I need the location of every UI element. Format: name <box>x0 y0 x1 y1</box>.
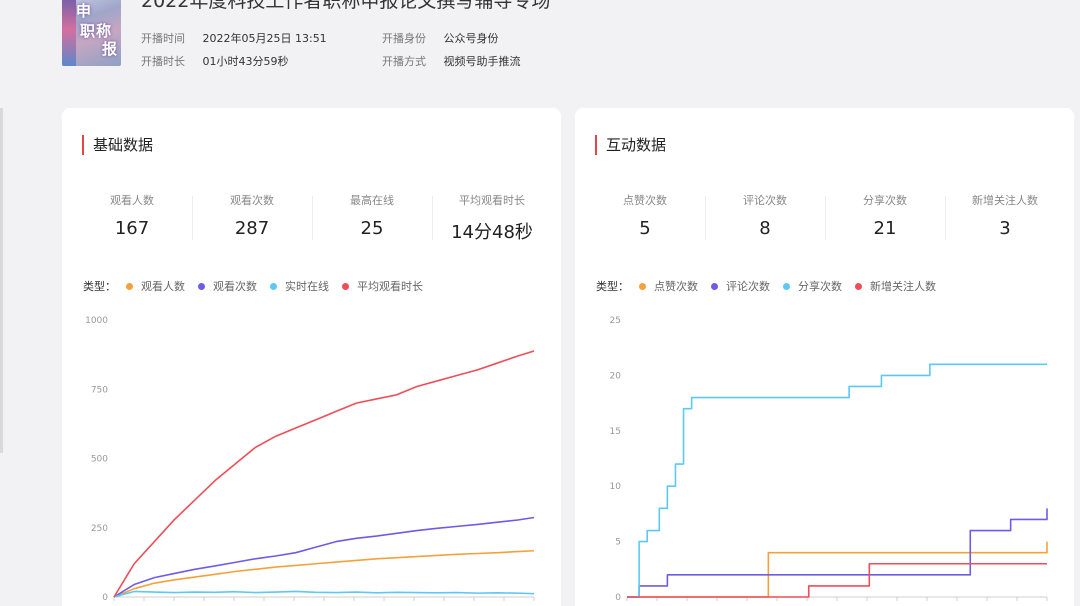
meta-stream-method: 开播方式 视频号助手推流 <box>382 53 521 69</box>
stat-value: 14分48秒 <box>451 222 533 243</box>
stat-value: 287 <box>234 218 270 239</box>
series-line <box>627 562 1047 598</box>
legend-label: 实时在线 <box>285 280 329 293</box>
stat-label: 观看人数 <box>110 194 154 207</box>
meta-value: 公众号身份 <box>443 32 499 45</box>
series-line <box>627 541 1048 598</box>
legend-dot-icon <box>342 282 349 290</box>
basic-data-line-chart: 0 250 500 750 1000 <box>85 316 535 603</box>
legend-dot-icon <box>270 282 277 290</box>
stat-value: 5 <box>639 218 651 239</box>
card-title: 基础数据 <box>82 135 153 155</box>
stat-viewers: 观看人数 167 <box>72 192 192 248</box>
stat-value: 167 <box>114 218 150 239</box>
cover-glyph: 报 <box>102 40 118 58</box>
cover-glyph: 申 <box>76 2 92 20</box>
stat-label: 分享次数 <box>863 194 907 207</box>
legend-item-new-followers[interactable]: 新增关注人数 <box>855 278 936 294</box>
legend-item-likes[interactable]: 点赞次数 <box>639 278 698 294</box>
legend-item-viewers[interactable]: 观看人数 <box>126 278 185 294</box>
series-line <box>113 590 535 598</box>
meta-key: 开播时长 <box>141 55 185 68</box>
legend-dot-icon <box>198 282 205 290</box>
legend-label: 新增关注人数 <box>870 280 936 293</box>
stat-value: 3 <box>999 218 1011 239</box>
interaction-chart-legend: 类型： 点赞次数 评论次数 分享次数 新增关注人数 <box>596 278 949 294</box>
series-line <box>113 516 535 598</box>
stat-avg-watch-time: 平均观看时长 14分48秒 <box>432 192 552 248</box>
legend-dot-icon <box>855 282 862 290</box>
basic-chart-legend: 类型： 观看人数 观看次数 实时在线 平均观看时长 <box>83 278 436 294</box>
meta-duration: 开播时长 01小时43分59秒 <box>141 53 289 69</box>
card-title: 互动数据 <box>595 135 666 155</box>
live-title: 2022年度科技工作者职称申报论文撰写辅导专场 <box>141 0 551 12</box>
legend-label: 平均观看时长 <box>357 280 423 293</box>
meta-identity: 开播身份 公众号身份 <box>382 30 499 46</box>
meta-value: 2022年05月25日 13:51 <box>202 32 327 45</box>
y-tick-label: 0 <box>615 593 621 603</box>
live-header: 申 职 称 报 2022年度科技工作者职称申报论文撰写辅导专场 开播时间 202… <box>0 0 1080 92</box>
legend-item-comments[interactable]: 评论次数 <box>711 278 770 294</box>
legend-label: 观看人数 <box>141 280 185 293</box>
y-tick-label: 10 <box>610 482 622 492</box>
left-scroll-rail <box>0 108 3 453</box>
stat-value: 25 <box>360 218 384 239</box>
y-tick-label: 500 <box>91 455 108 465</box>
stat-value: 21 <box>873 218 897 239</box>
legend-label: 评论次数 <box>726 280 770 293</box>
series-line <box>627 363 1047 598</box>
legend-dot-icon <box>126 282 133 290</box>
legend-dot-icon <box>711 282 718 290</box>
stat-likes: 点赞次数 5 <box>585 192 705 248</box>
stat-peak-online: 最高在线 25 <box>312 192 432 248</box>
stat-comments: 评论次数 8 <box>705 192 825 248</box>
cover-glyph: 职 <box>80 22 96 40</box>
legend-item-views[interactable]: 观看次数 <box>198 278 257 294</box>
interaction-data-line-chart: 0 5 10 15 20 25 <box>610 316 1048 603</box>
meta-key: 开播时间 <box>141 32 185 45</box>
meta-start-time: 开播时间 2022年05月25日 13:51 <box>141 30 327 46</box>
interaction-stats: 点赞次数 5 评论次数 8 分享次数 21 新增关注人数 3 <box>585 192 1065 248</box>
stat-label: 评论次数 <box>743 194 787 207</box>
series-line <box>113 350 535 598</box>
stat-label: 平均观看时长 <box>459 194 525 207</box>
legend-item-avg-time[interactable]: 平均观看时长 <box>342 278 423 294</box>
legend-item-online[interactable]: 实时在线 <box>270 278 329 294</box>
legend-label: 观看次数 <box>213 280 257 293</box>
y-tick-label: 20 <box>610 371 622 381</box>
stat-label: 点赞次数 <box>623 194 667 207</box>
meta-value: 01小时43分59秒 <box>202 55 289 68</box>
y-tick-label: 250 <box>91 524 108 534</box>
basic-data-card: 基础数据 观看人数 167 观看次数 287 最高在线 25 平均观看时长 14… <box>62 108 561 606</box>
legend-dot-icon <box>783 282 790 290</box>
y-tick-label: 750 <box>91 385 108 395</box>
y-tick-label: 25 <box>610 316 621 326</box>
legend-item-shares[interactable]: 分享次数 <box>783 278 842 294</box>
live-cover-image: 申 职 称 报 <box>62 0 121 66</box>
y-tick-label: 5 <box>615 538 621 548</box>
legend-title: 类型： <box>596 280 629 293</box>
y-tick-label: 15 <box>610 427 621 437</box>
basic-stats: 观看人数 167 观看次数 287 最高在线 25 平均观看时长 14分48秒 <box>72 192 552 248</box>
y-tick-label: 1000 <box>85 316 108 326</box>
stat-label: 最高在线 <box>350 194 394 207</box>
legend-label: 分享次数 <box>798 280 842 293</box>
meta-key: 开播方式 <box>382 55 426 68</box>
stat-views: 观看次数 287 <box>192 192 312 248</box>
series-line <box>113 549 535 598</box>
legend-dot-icon <box>639 282 646 290</box>
legend-title: 类型： <box>83 280 116 293</box>
stat-label: 观看次数 <box>230 194 274 207</box>
legend-label: 点赞次数 <box>654 280 698 293</box>
stat-shares: 分享次数 21 <box>825 192 945 248</box>
interaction-data-card: 互动数据 点赞次数 5 评论次数 8 分享次数 21 新增关注人数 3 类型： … <box>575 108 1074 606</box>
stat-new-followers: 新增关注人数 3 <box>945 192 1065 248</box>
stat-value: 8 <box>759 218 771 239</box>
meta-value: 视频号助手推流 <box>443 55 521 68</box>
y-tick-label: 0 <box>102 593 108 603</box>
meta-key: 开播身份 <box>382 32 426 45</box>
stat-label: 新增关注人数 <box>972 194 1038 207</box>
